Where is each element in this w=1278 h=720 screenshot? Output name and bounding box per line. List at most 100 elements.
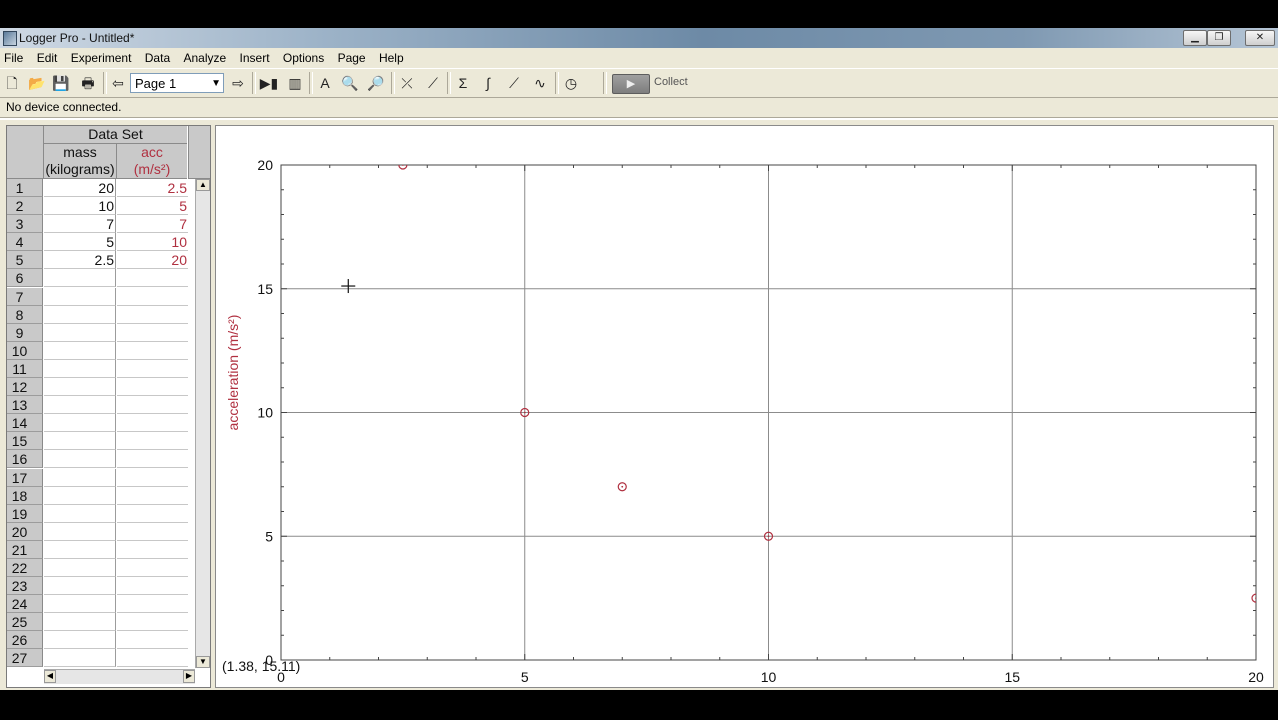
cell-mass[interactable]	[44, 649, 116, 668]
new-file-icon[interactable]: 🗋	[2, 73, 22, 93]
cell-mass[interactable]	[44, 540, 116, 559]
cell-acc[interactable]	[117, 541, 188, 559]
cell-mass[interactable]	[44, 305, 116, 324]
row-number[interactable]: 25	[7, 613, 43, 632]
cell-acc[interactable]	[117, 649, 188, 668]
menu-insert[interactable]: Insert	[235, 48, 275, 65]
cell-mass[interactable]	[44, 341, 116, 360]
row-number[interactable]: 24	[7, 595, 43, 614]
open-folder-icon[interactable]: 📂	[27, 73, 47, 93]
row-number[interactable]: 23	[7, 577, 43, 596]
cell-mass[interactable]	[44, 504, 116, 523]
vertical-scrollbar[interactable]: ▲ ▼	[195, 179, 210, 668]
row-number[interactable]: 10	[7, 341, 43, 360]
cell-acc[interactable]	[117, 269, 188, 288]
scroll-right-icon[interactable]: ▶	[183, 670, 195, 683]
scatter-chart[interactable]: 0510152005101520mass (kilograms)accelera…	[216, 126, 1273, 687]
column-header-mass[interactable]: mass (kilograms)	[44, 144, 117, 179]
cell-mass[interactable]	[44, 522, 116, 541]
clock-settings-icon[interactable]: ◷	[561, 73, 581, 93]
row-number[interactable]: 2	[7, 197, 43, 216]
row-number[interactable]: 6	[7, 269, 43, 288]
close-button[interactable]: ✕	[1245, 30, 1275, 46]
cell-mass[interactable]	[44, 577, 116, 596]
row-number[interactable]: 22	[7, 558, 43, 577]
page-select[interactable]: Page 1 ▼	[130, 73, 224, 93]
cell-acc[interactable]: 5	[117, 197, 188, 216]
cell-mass[interactable]: 10	[44, 197, 116, 216]
maximize-button[interactable]: ❐	[1207, 30, 1231, 46]
row-number[interactable]: 26	[7, 631, 43, 650]
collect-button[interactable]: ▶	[612, 74, 650, 94]
row-number[interactable]: 5	[7, 251, 43, 270]
cell-acc[interactable]	[117, 577, 188, 596]
cell-acc[interactable]	[117, 360, 188, 378]
cell-acc[interactable]	[117, 396, 188, 415]
cell-acc[interactable]	[117, 306, 188, 324]
autoscale-icon[interactable]: A	[315, 73, 335, 93]
cell-acc[interactable]	[117, 414, 188, 433]
curve-fit-icon[interactable]: ∿	[530, 73, 550, 93]
scroll-left-icon[interactable]: ◀	[44, 670, 56, 683]
menu-file[interactable]: File	[0, 48, 28, 65]
row-number[interactable]: 11	[7, 359, 43, 378]
cell-acc[interactable]	[117, 613, 188, 632]
print-icon[interactable]: 🖶	[78, 73, 98, 93]
cell-mass[interactable]	[44, 595, 116, 614]
cell-mass[interactable]	[44, 486, 116, 505]
row-number[interactable]: 8	[7, 305, 43, 324]
menu-analyze[interactable]: Analyze	[178, 48, 231, 65]
column-header-acc[interactable]: acc (m/s²)	[117, 144, 187, 179]
scroll-up-icon[interactable]: ▲	[196, 179, 210, 191]
cell-acc[interactable]	[117, 450, 188, 469]
row-number[interactable]: 27	[7, 649, 43, 668]
cell-acc[interactable]	[117, 469, 188, 487]
menu-options[interactable]: Options	[278, 48, 329, 65]
cell-mass[interactable]	[44, 450, 116, 469]
integral-icon[interactable]: ∫	[478, 73, 498, 93]
cell-mass[interactable]: 7	[44, 215, 116, 234]
zoom-out-icon[interactable]: 🔎	[366, 73, 386, 93]
cell-mass[interactable]	[44, 631, 116, 650]
row-number[interactable]: 16	[7, 450, 43, 469]
cell-mass[interactable]	[44, 396, 116, 415]
meter-icon[interactable]: ▥	[285, 73, 305, 93]
linear-fit-icon[interactable]: ⟋	[504, 73, 524, 93]
cell-acc[interactable]	[117, 487, 188, 505]
row-number[interactable]: 3	[7, 215, 43, 234]
row-number[interactable]: 20	[7, 522, 43, 541]
zoom-in-icon[interactable]: 🔍	[340, 73, 360, 93]
cell-mass[interactable]	[44, 378, 116, 397]
cell-mass[interactable]	[44, 468, 116, 487]
dataset-header[interactable]: Data Set	[44, 126, 187, 144]
cell-acc[interactable]	[117, 324, 188, 342]
cell-acc[interactable]	[117, 378, 188, 397]
cell-mass[interactable]: 20	[44, 179, 116, 197]
tangent-icon[interactable]: ⟋	[423, 73, 443, 93]
row-number[interactable]: 4	[7, 233, 43, 252]
row-number[interactable]: 12	[7, 378, 43, 397]
cell-mass[interactable]	[44, 359, 116, 378]
table-icon[interactable]: ▶▮	[259, 73, 279, 93]
title-bar[interactable]: Logger Pro - Untitled* ▁ ❐ ✕	[0, 28, 1278, 48]
statistics-icon[interactable]: Σ	[453, 73, 473, 93]
graph-panel[interactable]: 0510152005101520mass (kilograms)accelera…	[215, 125, 1274, 688]
cell-mass[interactable]	[44, 613, 116, 632]
cell-mass[interactable]	[44, 323, 116, 342]
cell-mass[interactable]	[44, 414, 116, 433]
cell-acc[interactable]: 20	[117, 251, 188, 270]
cell-mass[interactable]	[44, 432, 116, 451]
row-number[interactable]: 19	[7, 504, 43, 523]
row-number[interactable]: 9	[7, 323, 43, 342]
cell-acc[interactable]	[117, 523, 188, 541]
cell-mass[interactable]	[44, 558, 116, 577]
cell-acc[interactable]	[117, 505, 188, 523]
cell-acc[interactable]	[117, 631, 188, 650]
row-number[interactable]: 17	[7, 468, 43, 487]
cell-acc[interactable]	[117, 432, 188, 451]
scroll-down-icon[interactable]: ▼	[196, 656, 210, 668]
next-page-icon[interactable]: ⇨	[228, 73, 248, 93]
row-number[interactable]: 1	[7, 179, 43, 197]
examine-icon[interactable]: ⤫	[397, 73, 417, 93]
menu-edit[interactable]: Edit	[32, 48, 63, 65]
